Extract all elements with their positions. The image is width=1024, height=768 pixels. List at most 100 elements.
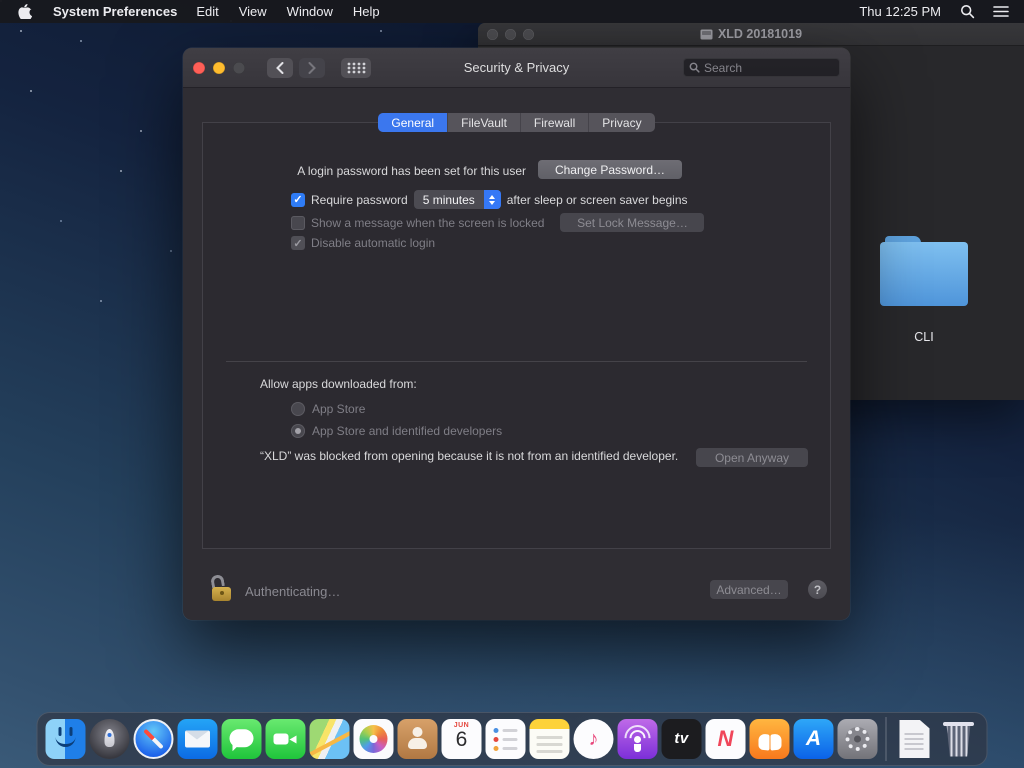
dropdown-stepper-icon [483,190,501,209]
require-password-label: Require password [311,192,408,207]
tab-general[interactable]: General [378,113,449,132]
system-preferences-icon [837,719,878,759]
calendar-day: 6 [455,728,468,751]
spotlight-search-icon[interactable] [951,4,984,19]
show-message-row: Show a message when the screen is locked… [291,213,705,232]
finder-window-titlebar: XLD 20181019 [478,23,1024,46]
mail-icon [177,719,218,759]
menu-window[interactable]: Window [277,4,343,19]
finder-icon [45,719,86,759]
identified-developers-radio[interactable] [291,424,305,438]
menu-edit[interactable]: Edit [186,4,228,19]
show-all-button[interactable] [341,57,371,78]
blocked-app-message: “XLD” was blocked from opening because i… [260,449,679,463]
interval-value: 5 minutes [422,192,475,207]
dock-item-tv[interactable] [661,718,703,760]
trash-icon [939,719,979,759]
forward-button[interactable] [299,57,325,78]
search-input[interactable] [704,60,834,75]
dock-item-photos[interactable] [353,718,395,760]
minimize-button-inactive[interactable] [505,28,516,40]
dock-item-facetime[interactable] [265,718,307,760]
itunes-icon [573,719,614,759]
back-button[interactable] [267,57,293,78]
app-store-radio-row: App Store [291,402,365,416]
menu-bar: System Preferences Edit View Window Help… [0,0,1024,23]
dock-item-document[interactable] [894,718,936,760]
apple-logo-icon [18,4,32,19]
dock-item-messages[interactable] [221,718,263,760]
zoom-button-inactive[interactable] [523,28,534,40]
close-button-inactive[interactable] [487,28,498,40]
menu-clock[interactable]: Thu 12:25 PM [849,4,951,19]
dock-item-safari[interactable] [133,718,175,760]
general-tab-panel: A login password has been set for this u… [202,122,831,549]
section-divider [226,361,807,362]
dock-item-app-store[interactable] [793,718,835,760]
dock-item-trash[interactable] [938,718,980,760]
folder-icon-cli[interactable] [880,236,968,306]
dock-item-books[interactable] [749,718,791,760]
dock-item-reminders[interactable] [485,718,527,760]
tv-icon [661,719,702,759]
zoom-button-disabled[interactable] [233,61,245,74]
menu-view[interactable]: View [229,4,277,19]
menu-help[interactable]: Help [343,4,390,19]
tab-filevault[interactable]: FileVault [448,113,521,132]
disable-auto-login-checkbox[interactable] [291,236,305,250]
allow-apps-label: Allow apps downloaded from: [260,377,417,391]
tab-privacy[interactable]: Privacy [589,113,655,132]
show-message-label: Show a message when the screen is locked [311,215,545,230]
require-password-checkbox[interactable] [291,192,305,207]
dock-item-podcasts[interactable] [617,718,659,760]
window-toolbar: Security & Privacy [183,48,850,88]
open-anyway-button[interactable]: Open Anyway [696,448,808,467]
calendar-icon: JUN 6 [441,719,482,759]
disk-icon [700,29,713,39]
search-field[interactable] [683,58,840,77]
dock-item-calendar[interactable]: JUN 6 [441,718,483,760]
notification-center-icon[interactable] [984,5,1018,18]
safari-icon [133,719,174,759]
document-icon [895,719,935,759]
dock-item-finder[interactable] [45,718,87,760]
tab-firewall[interactable]: Firewall [520,113,590,132]
require-password-suffix: after sleep or screen saver begins [506,192,688,207]
identified-developers-radio-row: App Store and identified developers [291,424,502,438]
apple-menu[interactable] [6,4,44,19]
dock-item-maps[interactable] [309,718,351,760]
set-lock-message-button[interactable]: Set Lock Message… [560,213,705,232]
dock-item-launchpad[interactable] [89,718,131,760]
dock-item-news[interactable] [705,718,747,760]
finder-window-title: XLD 20181019 [478,27,1024,41]
help-button[interactable]: ? [808,580,827,599]
grid-icon [347,62,365,73]
dock: JUN 6 [36,712,988,766]
change-password-button[interactable]: Change Password… [538,160,682,179]
disable-auto-login-label: Disable automatic login [311,236,436,250]
dock-item-notes[interactable] [529,718,571,760]
require-password-interval-dropdown[interactable]: 5 minutes [413,190,501,209]
facetime-icon [265,719,306,759]
authentication-status: Authenticating… [245,584,341,599]
app-store-radio[interactable] [291,402,305,416]
dock-item-itunes[interactable] [573,718,615,760]
finder-window-title-text: XLD 20181019 [717,27,803,41]
security-privacy-window: Security & Privacy General FileVault Fir… [183,48,850,620]
lock-icon-unlocked[interactable] [210,573,235,603]
search-icon [689,62,700,73]
dock-item-system-preferences[interactable] [837,718,879,760]
notes-icon [529,719,570,759]
close-button[interactable] [193,61,205,74]
show-message-checkbox[interactable] [291,215,305,230]
app-menu-title[interactable]: System Preferences [44,4,186,19]
books-icon [749,719,790,759]
dock-item-mail[interactable] [177,718,219,760]
dock-separator [885,717,887,761]
dock-item-contacts[interactable] [397,718,439,760]
minimize-button[interactable] [213,61,225,74]
advanced-button[interactable]: Advanced… [710,580,788,599]
folder-label-cli[interactable]: CLI [880,330,968,344]
messages-icon [221,719,262,759]
chevron-right-icon [308,61,316,74]
